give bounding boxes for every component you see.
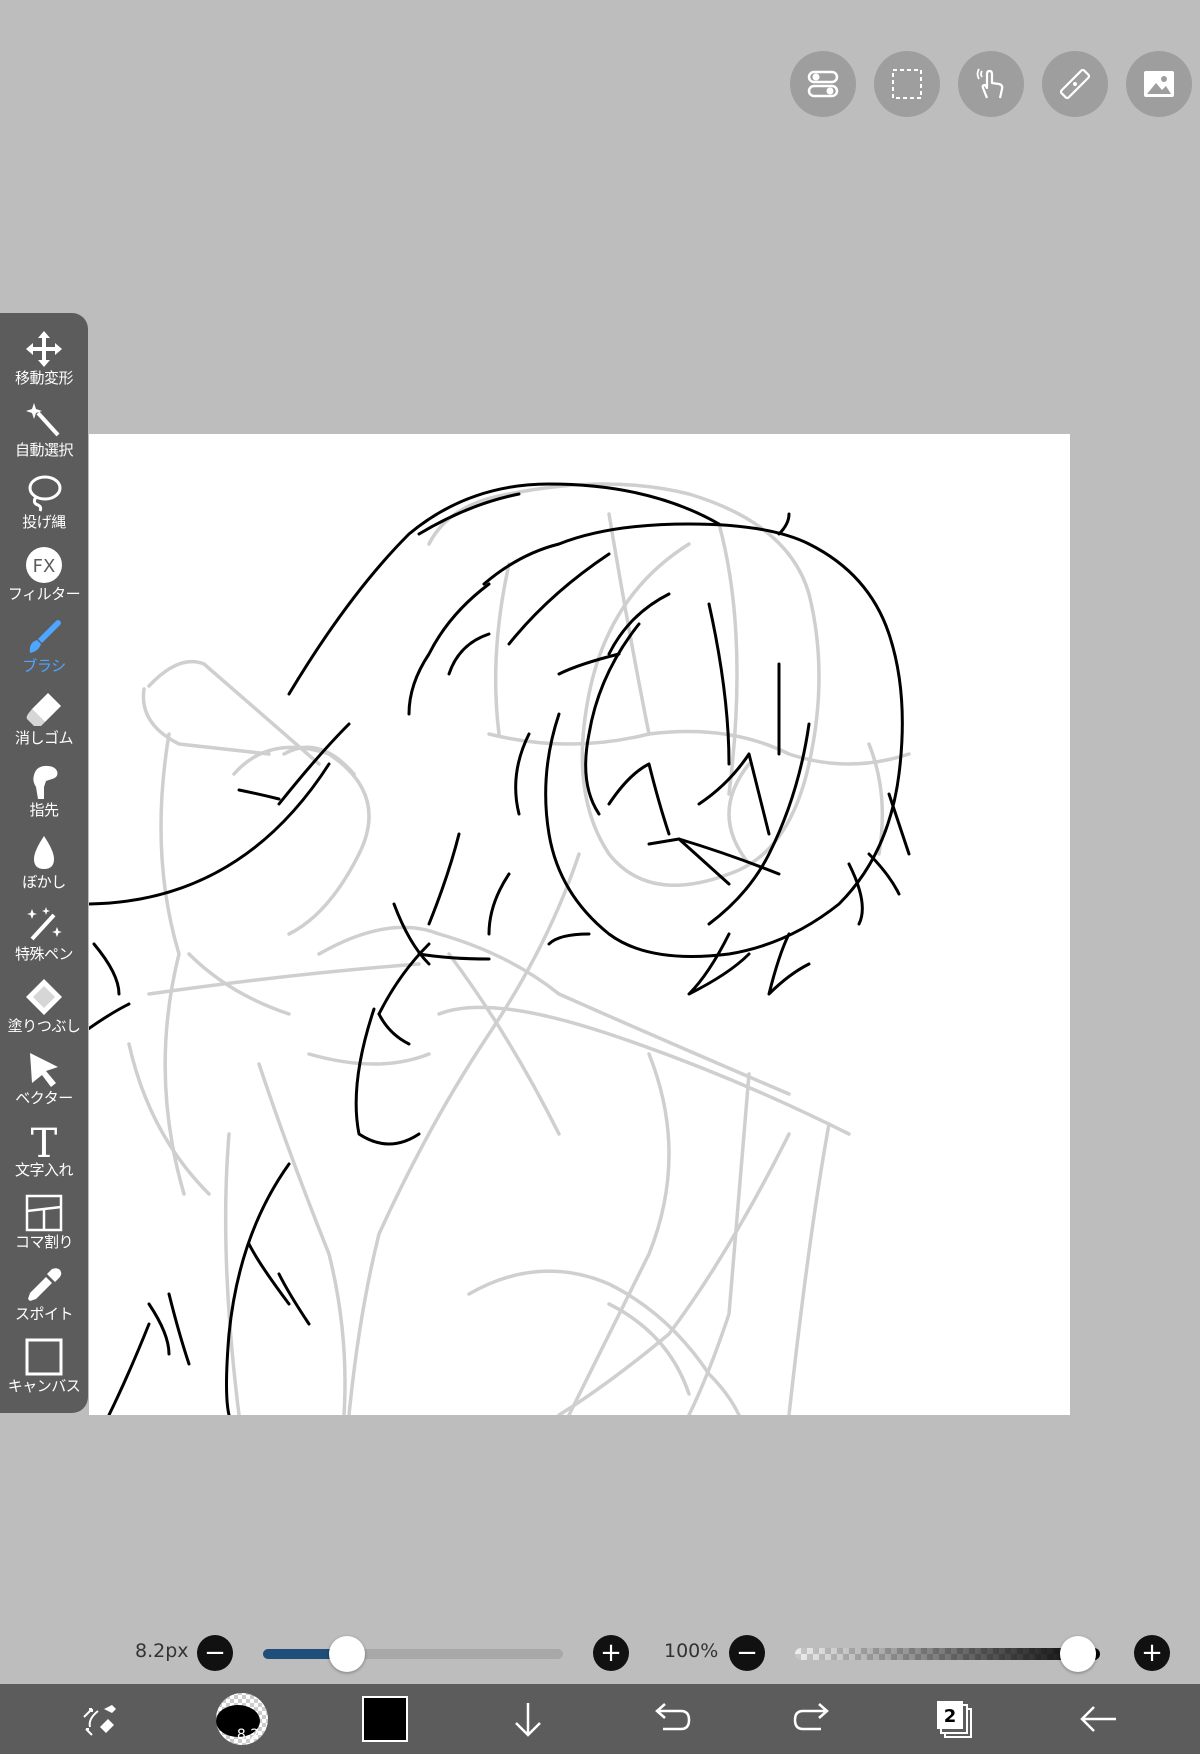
drawing-canvas[interactable] <box>89 434 1070 1415</box>
drop-icon <box>34 836 54 869</box>
brush-settings-bar: 8.2px − + 100% − + <box>0 1628 1200 1678</box>
brush-preview-size: 8.2 <box>237 1727 259 1743</box>
tool-label: フィルター <box>7 585 81 603</box>
tool-auto-select[interactable]: 自動選択 <box>0 399 88 471</box>
selection-button[interactable] <box>874 51 940 117</box>
tool-label: 投げ縄 <box>22 513 66 531</box>
touch-button[interactable] <box>958 51 1024 117</box>
tool-palette: 移動変形 自動選択 投げ縄 FX フィルター ブラシ 消しゴム 指先 ぼかし 特… <box>0 313 88 1413</box>
opacity-decrease-button[interactable]: − <box>729 1635 765 1671</box>
lasso-icon <box>28 475 62 512</box>
sparkle-pen-icon <box>27 907 62 941</box>
tool-label: 特殊ペン <box>14 945 74 963</box>
toggle-icon <box>807 70 839 98</box>
opacity-thumb[interactable] <box>1060 1636 1096 1672</box>
download-button[interactable] <box>505 1684 551 1754</box>
brush-size-label: 8.2px <box>135 1640 189 1662</box>
tool-label: ブラシ <box>22 657 66 675</box>
eyedropper-icon <box>28 1268 62 1301</box>
tool-label: 自動選択 <box>14 441 74 459</box>
undo-button[interactable] <box>648 1684 694 1754</box>
plus-icon: + <box>600 1638 622 1668</box>
magic-wand-icon <box>26 403 60 437</box>
brush-size-decrease-button[interactable]: − <box>197 1635 233 1671</box>
tool-fill[interactable]: 塗りつぶし <box>0 975 88 1047</box>
opacity-increase-button[interactable]: + <box>1134 1635 1170 1671</box>
eraser-icon <box>26 693 61 726</box>
brush-size-thumb[interactable] <box>329 1636 365 1672</box>
image-button[interactable] <box>1126 51 1192 117</box>
brush-size-slider[interactable] <box>263 1649 563 1659</box>
tool-label: ベクター <box>15 1089 73 1107</box>
tool-finger[interactable]: 指先 <box>0 759 88 831</box>
fx-icon: FX <box>26 547 62 583</box>
layers-button[interactable]: 2 <box>932 1684 978 1754</box>
swap-button[interactable] <box>75 1684 125 1754</box>
brush-preview-button[interactable]: 8.2 <box>214 1684 270 1754</box>
color-swatch <box>362 1696 408 1742</box>
opacity-label: 100% <box>664 1640 719 1662</box>
undo-icon <box>655 1703 691 1731</box>
finger-icon <box>33 765 58 799</box>
arrow-cursor-icon <box>30 1053 58 1087</box>
move-icon <box>26 331 62 367</box>
tool-eraser[interactable]: 消しゴム <box>0 687 88 759</box>
back-icon <box>1080 1706 1116 1732</box>
tool-label: 塗りつぶし <box>7 1017 81 1035</box>
tool-brush[interactable]: ブラシ <box>0 615 88 687</box>
text-icon: T <box>31 1121 58 1161</box>
tool-label: スポイト <box>14 1305 74 1323</box>
brush-preview-icon: 8.2 <box>216 1693 268 1745</box>
tool-canvas[interactable]: キャンバス <box>0 1335 88 1407</box>
tool-blur[interactable]: ぼかし <box>0 831 88 903</box>
layer-count: 2 <box>944 1706 957 1727</box>
brush-size-increase-button[interactable]: + <box>593 1635 629 1671</box>
back-button[interactable] <box>1075 1684 1121 1754</box>
plus-icon: + <box>1141 1638 1163 1668</box>
brush-icon <box>29 620 61 653</box>
tool-frame-divider[interactable]: コマ割り <box>0 1191 88 1263</box>
canvas-icon <box>25 1338 63 1376</box>
tool-label: 文字入れ <box>14 1161 74 1179</box>
touch-icon <box>976 68 1004 99</box>
ruler-button[interactable] <box>1042 51 1108 117</box>
swap-icon <box>83 1705 116 1736</box>
tool-filter[interactable]: FX フィルター <box>0 543 88 615</box>
redo-button[interactable] <box>790 1684 836 1754</box>
panel-icon <box>25 1194 63 1232</box>
color-swatch-button[interactable] <box>361 1684 409 1754</box>
tool-label: ぼかし <box>22 873 66 891</box>
redo-icon <box>793 1703 829 1731</box>
tool-lasso[interactable]: 投げ縄 <box>0 471 88 543</box>
tool-text[interactable]: T 文字入れ <box>0 1119 88 1191</box>
tool-special-pen[interactable]: 特殊ペン <box>0 903 88 975</box>
sketch-artwork <box>89 482 911 1415</box>
fill-icon <box>26 979 62 1015</box>
tool-label: キャンバス <box>7 1377 81 1395</box>
selection-icon <box>892 69 922 99</box>
toggle-button[interactable] <box>790 51 856 117</box>
bottom-toolbar: 8.2 2 <box>0 1684 1200 1754</box>
download-icon <box>515 1703 541 1737</box>
tool-move-transform[interactable]: 移動変形 <box>0 327 88 399</box>
opacity-slider[interactable] <box>795 1648 1100 1660</box>
layers-icon: 2 <box>937 1701 972 1738</box>
image-icon <box>1144 71 1174 97</box>
minus-icon: − <box>204 1638 226 1668</box>
tool-label: 指先 <box>29 801 59 819</box>
tool-vector[interactable]: ベクター <box>0 1047 88 1119</box>
svg-text:FX: FX <box>33 556 56 577</box>
tool-eyedropper[interactable]: スポイト <box>0 1263 88 1335</box>
ruler-icon <box>1059 68 1091 100</box>
svg-text:T: T <box>31 1121 58 1161</box>
tool-label: コマ割り <box>14 1233 74 1251</box>
top-toolbar <box>790 51 1192 117</box>
tool-label: 消しゴム <box>14 729 74 747</box>
minus-icon: − <box>736 1638 758 1668</box>
tool-label: 移動変形 <box>14 369 74 387</box>
